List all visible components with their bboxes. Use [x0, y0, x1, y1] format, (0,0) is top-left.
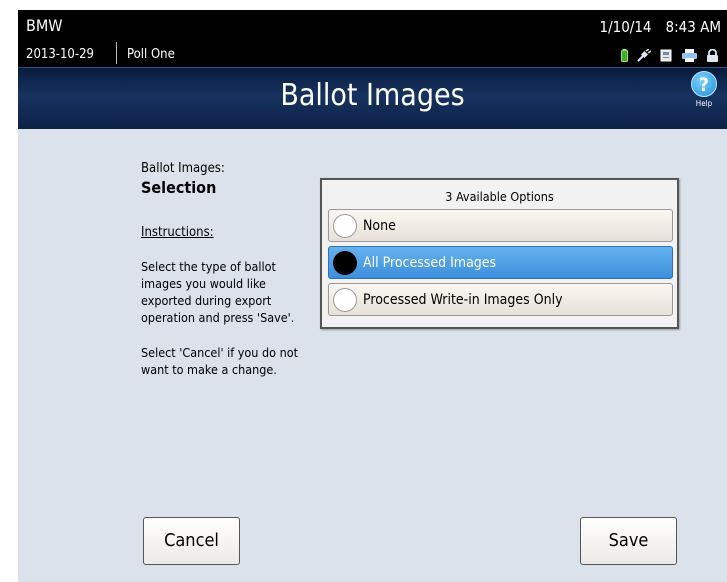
page-title: Ballot Images	[280, 78, 465, 113]
printer-icon	[682, 49, 697, 62]
date-time: 1/10/14 8:43 AM	[600, 18, 722, 36]
instructions-panel: Ballot Images: Selection Instructions: S…	[141, 161, 301, 378]
options-panel: 3 Available Options None All Processed I…	[320, 178, 679, 329]
option-label: None	[363, 217, 396, 234]
status-icons	[621, 49, 719, 62]
document-icon	[660, 49, 672, 62]
title-bar: Ballot Images ? Help	[18, 67, 727, 129]
option-none[interactable]: None	[328, 209, 673, 242]
current-time: 8:43 AM	[665, 18, 721, 36]
status-bar: BMW 2013-10-29 Poll One 1/10/14 8:43 AM	[18, 10, 727, 67]
instructions-label: Instructions:	[141, 225, 214, 240]
option-label: All Processed Images	[363, 254, 497, 271]
election-date: 2013-10-29	[26, 47, 94, 62]
main-content: Ballot Images: Selection Instructions: S…	[18, 129, 727, 582]
help-label: Help	[695, 99, 713, 108]
help-button[interactable]: ? Help	[689, 71, 719, 108]
radio-button[interactable]	[333, 287, 357, 312]
option-processed-write-in-images-only[interactable]: Processed Write-in Images Only	[328, 283, 673, 316]
panel-heading: Selection	[141, 178, 217, 197]
cancel-button[interactable]: Cancel	[143, 517, 240, 565]
save-button[interactable]: Save	[580, 517, 677, 565]
status-divider	[116, 42, 117, 64]
poll-name: Poll One	[127, 47, 175, 62]
instructions-text-1: Select the type of ballot images you wou…	[141, 259, 295, 325]
radio-button[interactable]	[333, 213, 357, 238]
options-header: 3 Available Options	[445, 189, 554, 204]
battery-icon	[621, 49, 628, 62]
panel-subtitle: Ballot Images:	[141, 161, 225, 176]
kiosk-screen: BMW 2013-10-29 Poll One 1/10/14 8:43 AM	[18, 10, 727, 582]
option-all-processed-images[interactable]: All Processed Images	[328, 246, 673, 279]
radio-button-selected[interactable]	[333, 250, 357, 275]
power-plug-icon	[637, 49, 651, 62]
lock-icon	[707, 49, 718, 62]
option-label: Processed Write-in Images Only	[363, 291, 563, 308]
current-date: 1/10/14	[599, 18, 652, 36]
help-icon[interactable]: ?	[691, 71, 717, 97]
system-name: BMW	[26, 16, 63, 35]
instructions-text-2: Select 'Cancel' if you do not want to ma…	[141, 345, 299, 377]
